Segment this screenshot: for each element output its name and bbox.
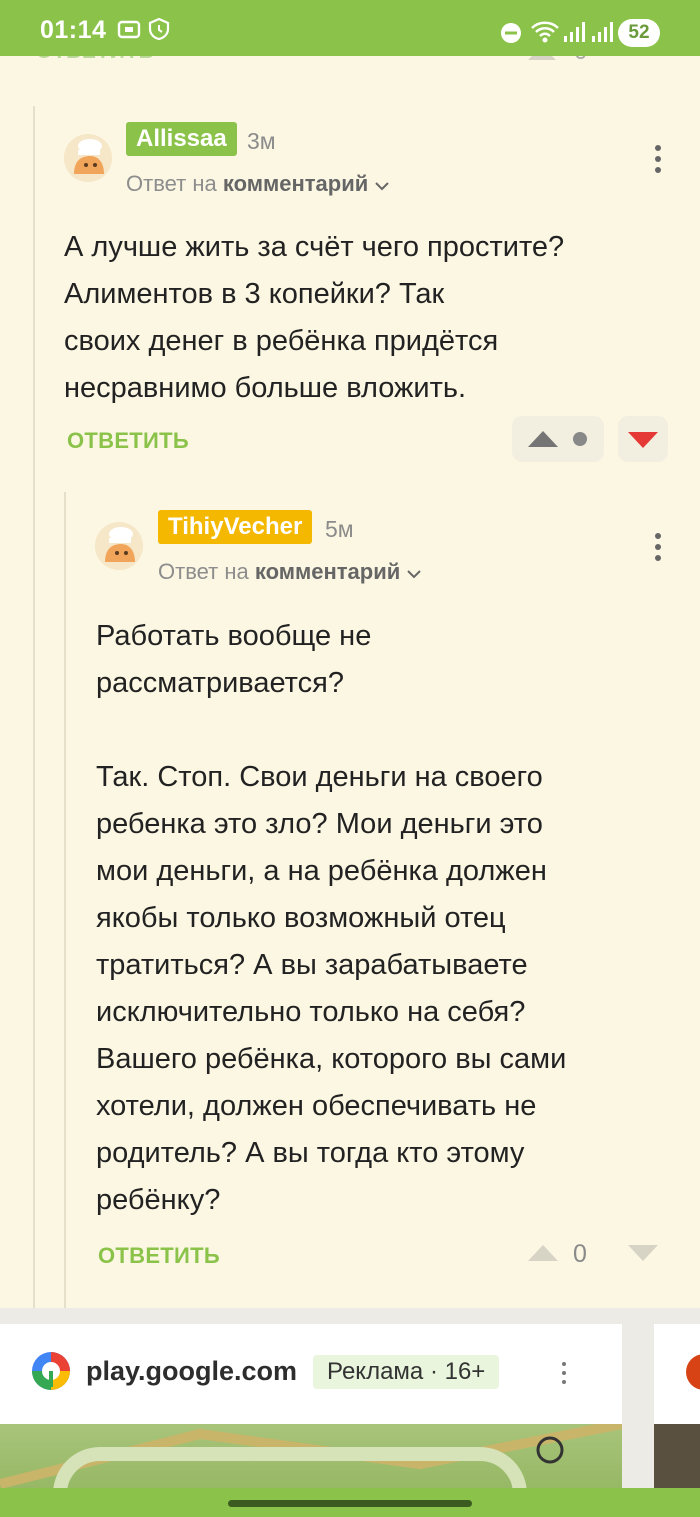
status-bar: 01:14 52: [0, 0, 700, 56]
downvote-icon[interactable]: [628, 1245, 658, 1262]
text-line: рассматривается?: [96, 667, 344, 699]
upvote-icon[interactable]: [528, 431, 558, 448]
downvote-icon[interactable]: [628, 432, 658, 449]
clock: 01:14: [40, 16, 107, 44]
comment-text: Работать вообще не рассматривается? Так.…: [96, 613, 566, 1224]
rating: 0: [573, 1240, 587, 1268]
signal-icon: [592, 22, 613, 42]
chef-avatar-icon: [95, 522, 143, 570]
text-line: родитель? А вы тогда кто этому: [96, 1137, 525, 1169]
rating-dot-icon: [573, 432, 587, 446]
upvote-box: [512, 416, 604, 462]
upvote-icon[interactable]: [528, 56, 556, 62]
thread-line: [64, 492, 66, 1310]
wifi-icon: [531, 21, 559, 43]
navigation-bar: [0, 1488, 700, 1517]
text-line: исключительно только на себя?: [96, 996, 526, 1028]
text-line: Вашего ребёнка, которого вы сами: [96, 1043, 567, 1075]
reply-to-link[interactable]: Ответ на комментарий: [158, 559, 422, 585]
reply-to-link[interactable]: Ответ на комментарий: [126, 171, 390, 197]
reply-to-target: комментарий: [222, 171, 369, 196]
signal-icon: [564, 22, 585, 42]
text-line: Алиментов в 3 копейки? Так: [64, 278, 445, 310]
home-gesture-handle[interactable]: [228, 1500, 472, 1507]
avatar[interactable]: [64, 134, 112, 182]
chevron-down-icon: [375, 182, 390, 191]
chevron-down-icon: [407, 570, 422, 579]
time-ago: 5м: [325, 516, 354, 542]
previous-comment-actions: ОТВЕТИТЬ 0: [0, 56, 700, 70]
downvote-box: [618, 416, 668, 462]
thread-line: [33, 106, 35, 1310]
username-badge[interactable]: TihiyVecher: [158, 510, 313, 544]
avatar[interactable]: [95, 522, 143, 570]
downvote-icon[interactable]: [628, 56, 656, 58]
text-line: ребенка это зло? Мои деньги это: [96, 808, 543, 840]
dnd-icon: [501, 23, 521, 43]
reply-button[interactable]: ОТВЕТИТЬ: [98, 1243, 220, 1269]
screenshot-icon: [117, 20, 141, 39]
ad-logo-icon: [686, 1354, 700, 1390]
text-line: якобы только возможный отец: [96, 902, 506, 934]
reply-button[interactable]: ОТВЕТИТЬ: [36, 56, 154, 64]
text-line: своих денег в ребёнка придётся: [64, 325, 499, 357]
text-line: мои деньги, а на ребёнка должен: [96, 855, 547, 887]
reply-to-target: комментарий: [254, 559, 401, 584]
reply-to-prefix: Ответ на: [126, 171, 217, 196]
text-line: несравнимо больше вложить.: [64, 372, 467, 404]
comment-text: А лучше жить за счёт чего простите? Алим…: [64, 224, 564, 412]
text-line: А лучше жить за счёт чего простите?: [64, 231, 565, 263]
battery-indicator: 52: [618, 19, 660, 47]
shield-clock-icon: [148, 18, 170, 40]
ad-badge: Реклама · 16+: [313, 1355, 500, 1389]
rating: 0: [574, 56, 587, 66]
more-options-icon[interactable]: [648, 143, 668, 177]
text-line: Работать вообще не: [96, 620, 372, 652]
text-line: тратиться? А вы зарабатываете: [96, 949, 528, 981]
text-line: [96, 707, 566, 754]
text-line: ребёнку?: [96, 1184, 221, 1216]
ad-more-options-icon[interactable]: [554, 1360, 574, 1390]
time-ago: 3м: [247, 128, 276, 154]
reply-button[interactable]: ОТВЕТИТЬ: [67, 428, 189, 454]
ad-carousel: play.google.com Реклама · 16+: [0, 1308, 700, 1517]
upvote-icon[interactable]: [528, 1245, 558, 1262]
ad-domain[interactable]: play.google.com: [86, 1356, 297, 1387]
username-badge[interactable]: Allissaa: [126, 122, 237, 156]
more-options-icon[interactable]: [648, 531, 668, 565]
text-line: Так. Стоп. Свои деньги на своего: [96, 761, 543, 793]
text-line: хотели, должен обеспечивать не: [96, 1090, 537, 1122]
chef-avatar-icon: [64, 134, 112, 182]
reply-to-prefix: Ответ на: [158, 559, 249, 584]
google-play-logo-icon: [32, 1352, 70, 1390]
